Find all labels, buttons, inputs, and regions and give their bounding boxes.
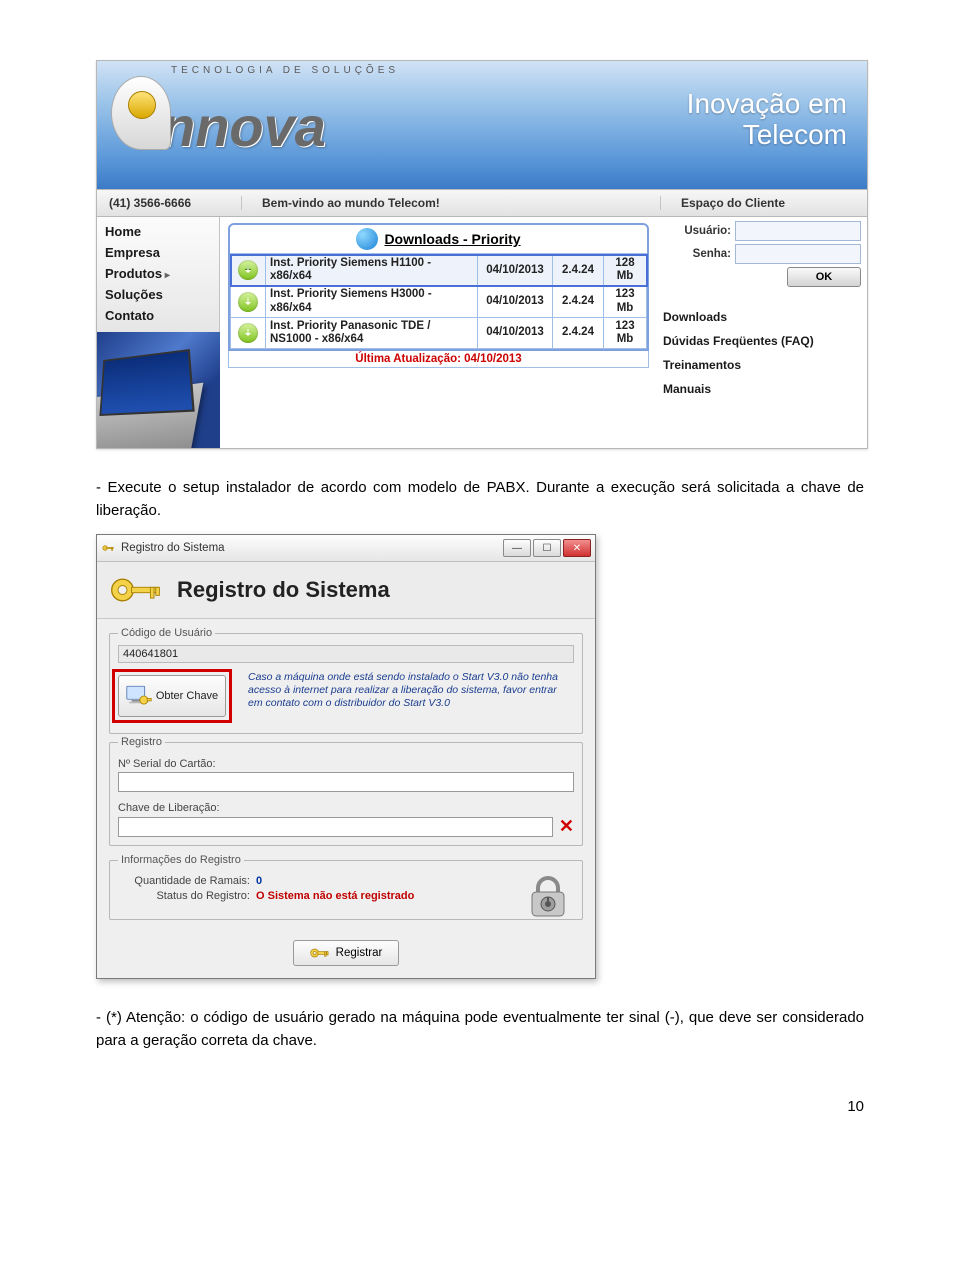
- paragraph-setup: - Execute o setup instalador de acordo c…: [96, 477, 864, 522]
- dialog-titlebar: Registro do Sistema — ☐ ✕: [97, 535, 595, 562]
- registro-dialog: Registro do Sistema — ☐ ✕ Registro do Si…: [96, 534, 596, 979]
- login-ok-button[interactable]: OK: [787, 267, 861, 287]
- monitor-key-icon: [126, 685, 152, 707]
- nav-menu: Home Empresa Produtos Soluções Contato: [97, 217, 220, 332]
- downloads-box: Downloads - Priority Inst. Priority Siem…: [228, 223, 649, 351]
- downloads-table: Inst. Priority Siemens H1100 - x86/x64 0…: [230, 254, 647, 349]
- page-number: 10: [96, 1098, 864, 1115]
- nav-produtos[interactable]: Produtos: [105, 263, 219, 284]
- download-arrow-icon: [238, 292, 258, 312]
- welcome-text: Bem-vindo ao mundo Telecom!: [242, 196, 661, 210]
- logo-word: nnova: [111, 76, 399, 150]
- download-date: 04/10/2013: [478, 317, 553, 348]
- globe-icon: [356, 228, 378, 250]
- login-user-input[interactable]: [735, 221, 861, 241]
- download-size: 123 Mb: [604, 317, 647, 348]
- key-icon: [101, 541, 115, 555]
- side-links: Downloads Dúvidas Freqüentes (FAQ) Trein…: [663, 305, 861, 401]
- group-info-legend: Informações do Registro: [118, 854, 244, 866]
- banner-slogan: Inovação em Telecom: [687, 89, 847, 151]
- chave-input[interactable]: [118, 817, 553, 837]
- download-arrow-icon: [238, 323, 258, 343]
- group-registro: Registro Nº Serial do Cartão: Chave de L…: [109, 736, 583, 846]
- login-user-label: Usuário:: [679, 225, 731, 237]
- download-version: 2.4.24: [553, 255, 604, 286]
- login-pass-label: Senha:: [679, 248, 731, 260]
- download-row[interactable]: Inst. Priority Panasonic TDE / NS1000 - …: [231, 317, 647, 348]
- website-screenshot: TECNOLOGIA DE SOLUÇÕES nnova Inovação em…: [96, 60, 868, 449]
- link-downloads[interactable]: Downloads: [663, 305, 861, 329]
- phone-text: (41) 3566-6666: [97, 196, 242, 210]
- nav-solucoes[interactable]: Soluções: [105, 284, 219, 305]
- client-area-label: Espaço do Cliente: [661, 196, 867, 210]
- site-banner: TECNOLOGIA DE SOLUÇÕES nnova Inovação em…: [97, 61, 867, 189]
- group-user-code-legend: Código de Usuário: [118, 627, 215, 639]
- nav-home[interactable]: Home: [105, 221, 219, 242]
- logo-i-swoosh-icon: [111, 76, 171, 150]
- download-arrow-icon: [238, 260, 258, 280]
- download-date: 04/10/2013: [478, 286, 553, 317]
- link-manuais[interactable]: Manuais: [663, 377, 861, 401]
- link-treinamentos[interactable]: Treinamentos: [663, 353, 861, 377]
- link-faq[interactable]: Dúvidas Freqüentes (FAQ): [663, 329, 861, 353]
- obter-highlight-box: Obter Chave: [112, 669, 232, 723]
- dialog-title-text: Registro do Sistema: [121, 542, 497, 554]
- download-version: 2.4.24: [553, 317, 604, 348]
- serial-input[interactable]: [118, 772, 574, 792]
- download-row[interactable]: Inst. Priority Siemens H3000 - x86/x64 0…: [231, 286, 647, 317]
- obter-hint-text: Caso a máquina onde está sendo instalado…: [248, 669, 574, 710]
- group-user-code: Código de Usuário Obter Chave Caso a máq…: [109, 627, 583, 734]
- download-size: 123 Mb: [604, 286, 647, 317]
- status-value: O Sistema não está registrado: [256, 890, 414, 902]
- minimize-button[interactable]: —: [503, 539, 531, 557]
- nav-empresa[interactable]: Empresa: [105, 242, 219, 263]
- download-version: 2.4.24: [553, 286, 604, 317]
- download-name: Inst. Priority Panasonic TDE / NS1000 - …: [266, 317, 478, 348]
- chave-label: Chave de Liberação:: [118, 802, 574, 814]
- dialog-header-title: Registro do Sistema: [177, 577, 390, 603]
- maximize-button[interactable]: ☐: [533, 539, 561, 557]
- logo: TECNOLOGIA DE SOLUÇÕES nnova: [111, 65, 399, 150]
- downloads-last-update: Última Atualização: 04/10/2013: [228, 351, 649, 368]
- registrar-button[interactable]: Registrar: [293, 940, 400, 966]
- group-info: Informações do Registro Quantidade de Ra…: [109, 854, 583, 920]
- download-date: 04/10/2013: [478, 255, 553, 286]
- login-pass-input[interactable]: [735, 244, 861, 264]
- serial-label: Nº Serial do Cartão:: [118, 758, 574, 770]
- obter-chave-button[interactable]: Obter Chave: [118, 675, 226, 717]
- laptop-globe-image: [97, 332, 220, 448]
- invalid-x-icon: ✕: [559, 816, 574, 837]
- nav-contato[interactable]: Contato: [105, 305, 219, 326]
- group-registro-legend: Registro: [118, 736, 165, 748]
- sub-bar: (41) 3566-6666 Bem-vindo ao mundo Teleco…: [97, 189, 867, 217]
- download-name: Inst. Priority Siemens H1100 - x86/x64: [266, 255, 478, 286]
- key-icon: [109, 572, 163, 608]
- dialog-header: Registro do Sistema: [97, 562, 595, 619]
- key-icon: [310, 946, 330, 960]
- ramais-label: Quantidade de Ramais:: [118, 875, 256, 887]
- logo-tagline: TECNOLOGIA DE SOLUÇÕES: [171, 65, 399, 76]
- ramais-value: 0: [256, 875, 262, 887]
- lock-icon: [524, 872, 572, 920]
- download-name: Inst. Priority Siemens H3000 - x86/x64: [266, 286, 478, 317]
- status-label: Status do Registro:: [118, 890, 256, 902]
- paragraph-atencao: - (*) Atenção: o código de usuário gerad…: [96, 1007, 864, 1052]
- download-size: 128 Mb: [604, 255, 647, 286]
- user-code-field: [118, 645, 574, 663]
- close-button[interactable]: ✕: [563, 539, 591, 557]
- downloads-title: Downloads - Priority: [230, 225, 647, 254]
- download-row[interactable]: Inst. Priority Siemens H1100 - x86/x64 0…: [231, 255, 647, 286]
